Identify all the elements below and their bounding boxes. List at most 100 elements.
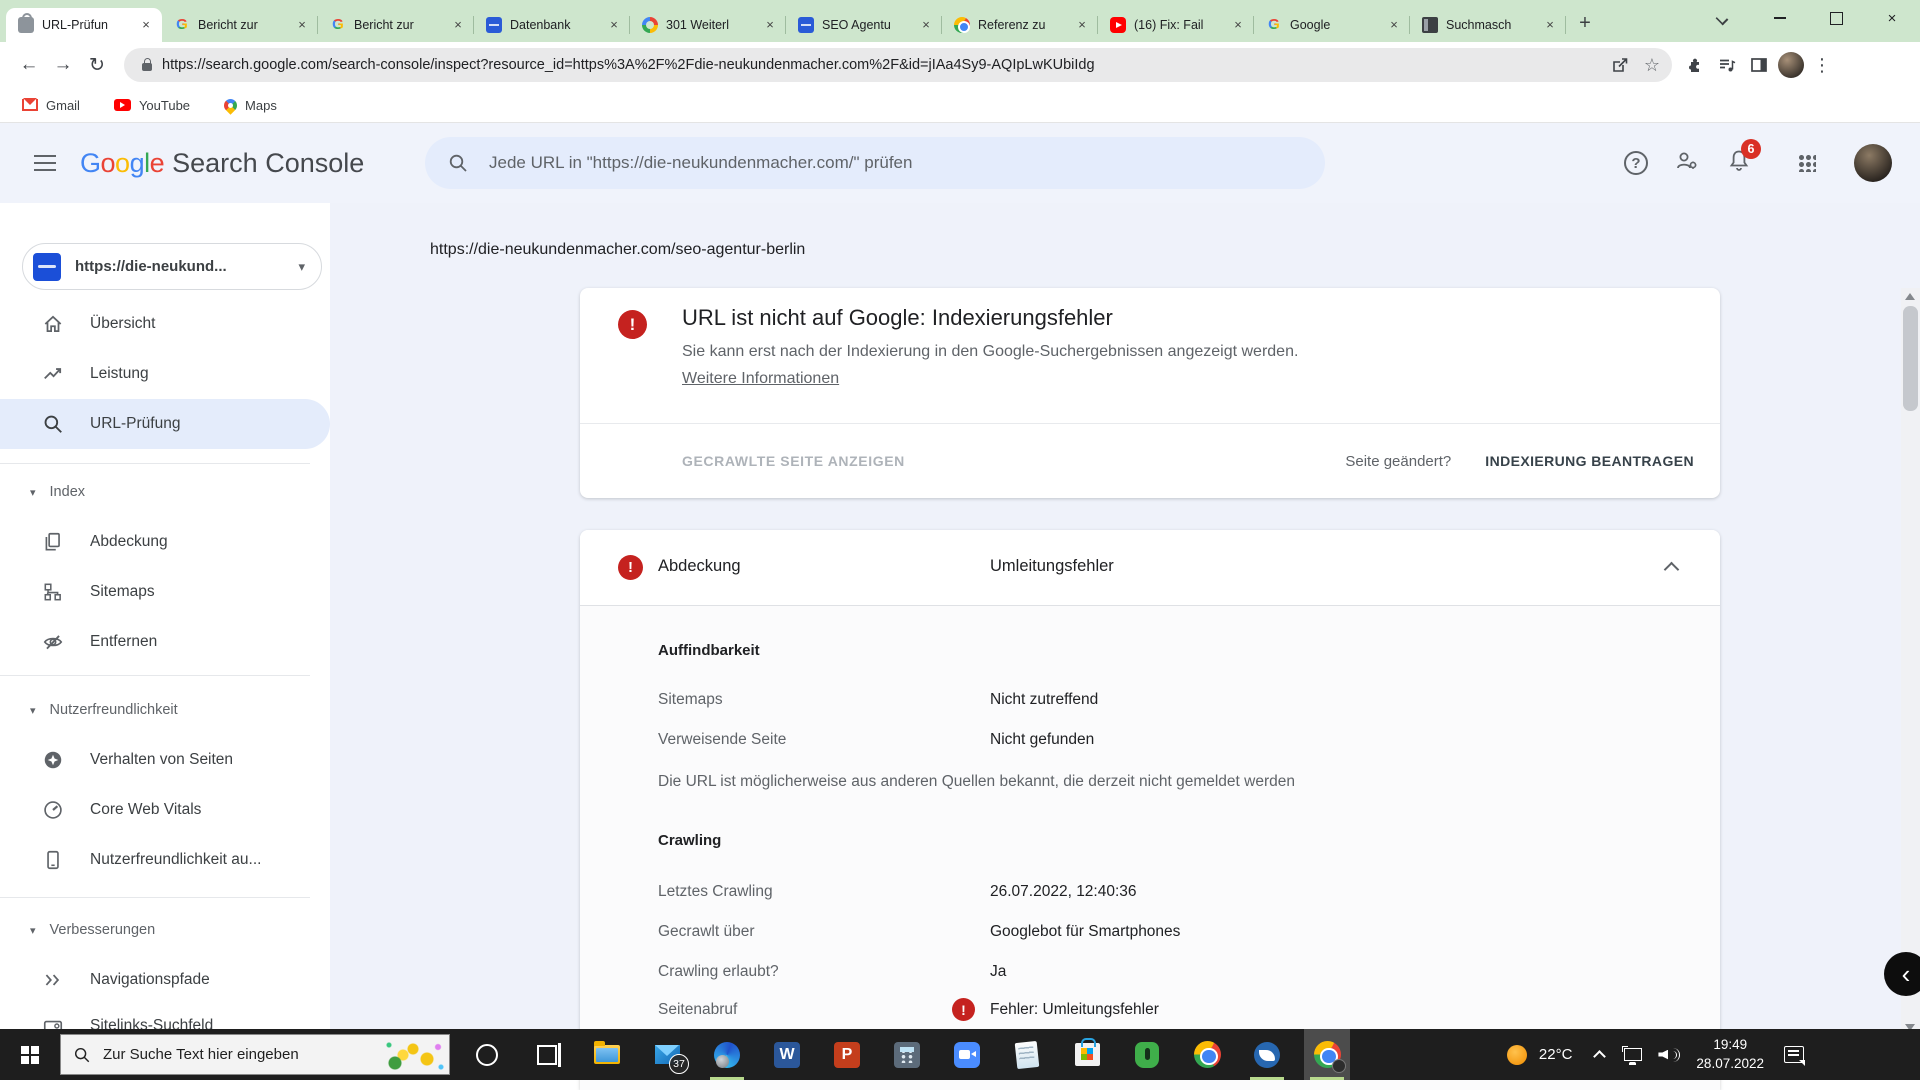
browser-tab[interactable]: SEO Agentu × [786, 8, 942, 42]
browser-tab[interactable]: Datenbank × [474, 8, 630, 42]
tab-close-icon[interactable]: × [294, 17, 310, 33]
reload-icon[interactable]: ↻ [80, 54, 114, 77]
account-avatar[interactable] [1854, 144, 1892, 182]
cortana-button[interactable] [464, 1029, 510, 1080]
browser-tab[interactable]: Referenz zu × [942, 8, 1098, 42]
tab-close-icon[interactable]: × [1542, 17, 1558, 33]
window-close-button[interactable]: × [1864, 0, 1920, 36]
notifications-bell-icon[interactable]: 6 [1726, 138, 1761, 179]
browser-tab[interactable]: 301 Weiterl × [630, 8, 786, 42]
sidebar-item-uebersicht[interactable]: Übersicht [0, 299, 330, 349]
browser-profile-avatar[interactable] [1778, 52, 1804, 78]
help-icon[interactable]: ? [1624, 151, 1648, 175]
tab-close-icon[interactable]: × [762, 17, 778, 33]
sidebar-item-leistung[interactable]: Leistung [0, 349, 330, 399]
sidebar-item-entfernen[interactable]: Entfernen [0, 617, 330, 667]
sidebar-item-core-web-vitals[interactable]: Core Web Vitals [0, 785, 330, 835]
overlay-back-button[interactable]: ‹ [1884, 952, 1920, 996]
tab-close-icon[interactable]: × [1230, 17, 1246, 33]
sidebar-item-abdeckung[interactable]: Abdeckung [0, 517, 330, 567]
chevron-up-icon[interactable] [1665, 560, 1678, 573]
browser-menu-icon[interactable]: ⋮ [1810, 55, 1834, 76]
tab-close-icon[interactable]: × [1074, 17, 1090, 33]
coverage-card: ! Abdeckung Umleitungsfehler Auffindbark… [580, 530, 1720, 1090]
sidebar-item-nutzerfreundlichkeit-mobil[interactable]: Nutzerfreundlichkeit au... [0, 835, 330, 885]
calculator-button[interactable] [884, 1029, 930, 1080]
chrome-active-button[interactable] [1304, 1029, 1350, 1080]
network-icon[interactable] [1622, 1046, 1643, 1065]
tab-close-icon[interactable]: × [606, 17, 622, 33]
gsc-header: Google Search Console Jede URL in "https:… [0, 123, 1920, 203]
vertical-scrollbar[interactable] [1901, 288, 1920, 1036]
tab-close-icon[interactable]: × [918, 17, 934, 33]
sidebar-item-verhalten-von-seiten[interactable]: Verhalten von Seiten [0, 735, 330, 785]
property-selector[interactable]: https://die-neukund... ▾ [22, 243, 322, 290]
bookmark-star-icon[interactable]: ☆ [1644, 55, 1660, 76]
gsc-logo[interactable]: Google Search Console [80, 148, 364, 179]
taskbar-search-input[interactable]: Zur Suche Text hier eingeben [60, 1034, 450, 1075]
tab-close-icon[interactable]: × [138, 17, 154, 33]
side-panel-icon[interactable] [1746, 55, 1772, 75]
sidebar-item-url-pruefung[interactable]: URL-Prüfung [0, 399, 330, 449]
sidebar-item-sitemaps[interactable]: Sitemaps [0, 567, 330, 617]
bookmark-youtube[interactable]: YouTube [113, 98, 190, 113]
request-indexing-button[interactable]: INDEXIERUNG BEANTRAGEN [1485, 453, 1694, 469]
extensions-puzzle-icon[interactable] [1682, 55, 1708, 75]
powerpoint-button[interactable]: P [824, 1029, 870, 1080]
coverage-card-header[interactable]: ! Abdeckung Umleitungsfehler [580, 530, 1720, 606]
user-settings-icon[interactable] [1674, 148, 1700, 179]
tab-search-icon[interactable] [1716, 12, 1728, 24]
sidebar-section-nutzerfreundlichkeit[interactable]: ▾ Nutzerfreundlichkeit [0, 689, 330, 731]
microsoft-store-button[interactable] [1064, 1029, 1110, 1080]
task-view-button[interactable] [524, 1029, 570, 1080]
tray-expand-icon[interactable] [1594, 1049, 1606, 1061]
file-explorer-button[interactable] [584, 1029, 630, 1080]
sidebar-section-index[interactable]: ▾ Index [0, 471, 330, 513]
browser-tab[interactable]: Suchmasch × [1410, 8, 1566, 42]
learn-more-link[interactable]: Weitere Informationen [682, 370, 839, 388]
row-label: Crawling erlaubt? [658, 963, 779, 980]
mail-button[interactable]: 37 [644, 1029, 690, 1080]
google-apps-grid-icon[interactable] [1798, 154, 1816, 172]
sidebar-section-verbesserungen[interactable]: ▾ Verbesserungen [0, 909, 330, 951]
browser-tab[interactable]: (16) Fix: Fail × [1098, 8, 1254, 42]
search-console-favicon [18, 13, 34, 33]
action-center-icon[interactable] [1784, 1046, 1805, 1066]
browser-tab[interactable]: G Bericht zur × [162, 8, 318, 42]
window-minimize-button[interactable] [1752, 0, 1808, 36]
windows-taskbar: Zur Suche Text hier eingeben 37 W P 22°C… [0, 1029, 1920, 1080]
scrollbar-thumb[interactable] [1903, 306, 1918, 411]
tab-close-icon[interactable]: × [1386, 17, 1402, 33]
browser-tab[interactable]: URL-Prüfun × [6, 8, 162, 42]
url-text[interactable]: https://search.google.com/search-console… [162, 57, 1596, 73]
weather-sun-icon[interactable] [1506, 1044, 1527, 1065]
hamburger-menu-icon[interactable] [34, 155, 56, 171]
temperature-label[interactable]: 22°C [1539, 1046, 1573, 1063]
chrome-button[interactable] [1184, 1029, 1230, 1080]
playlist-extension-icon[interactable] [1714, 55, 1740, 75]
sidebar-item-navigationspfade[interactable]: Navigationspfade [0, 955, 330, 1005]
bookmark-gmail[interactable]: Gmail [22, 98, 80, 113]
word-button[interactable]: W [764, 1029, 810, 1080]
window-maximize-button[interactable] [1808, 0, 1864, 36]
notepad-button[interactable] [1004, 1029, 1050, 1080]
bookmark-maps[interactable]: Maps [221, 95, 277, 115]
thunderbird-button[interactable] [1244, 1029, 1290, 1080]
edge-button[interactable] [704, 1029, 750, 1080]
browser-tab[interactable]: G Bericht zur × [318, 8, 474, 42]
back-icon[interactable]: ← [12, 54, 46, 76]
url-inspection-search-input[interactable]: Jede URL in "https://die-neukundenmacher… [425, 137, 1325, 189]
browser-tab[interactable]: G Google × [1254, 8, 1410, 42]
taskbar-clock[interactable]: 19:49 28.07.2022 [1696, 1036, 1764, 1072]
tab-close-icon[interactable]: × [450, 17, 466, 33]
start-button[interactable] [0, 1029, 60, 1080]
row-label: Gecrawlt über [658, 923, 755, 940]
scroll-up-icon[interactable] [1905, 293, 1915, 300]
pia-vpn-button[interactable] [1124, 1029, 1170, 1080]
forward-icon[interactable]: → [46, 54, 80, 76]
zoom-button[interactable] [944, 1029, 990, 1080]
volume-button[interactable] [1658, 1047, 1696, 1062]
url-omnibox[interactable]: https://search.google.com/search-console… [124, 48, 1672, 82]
share-icon[interactable] [1610, 55, 1630, 75]
new-tab-button[interactable]: + [1570, 9, 1600, 39]
